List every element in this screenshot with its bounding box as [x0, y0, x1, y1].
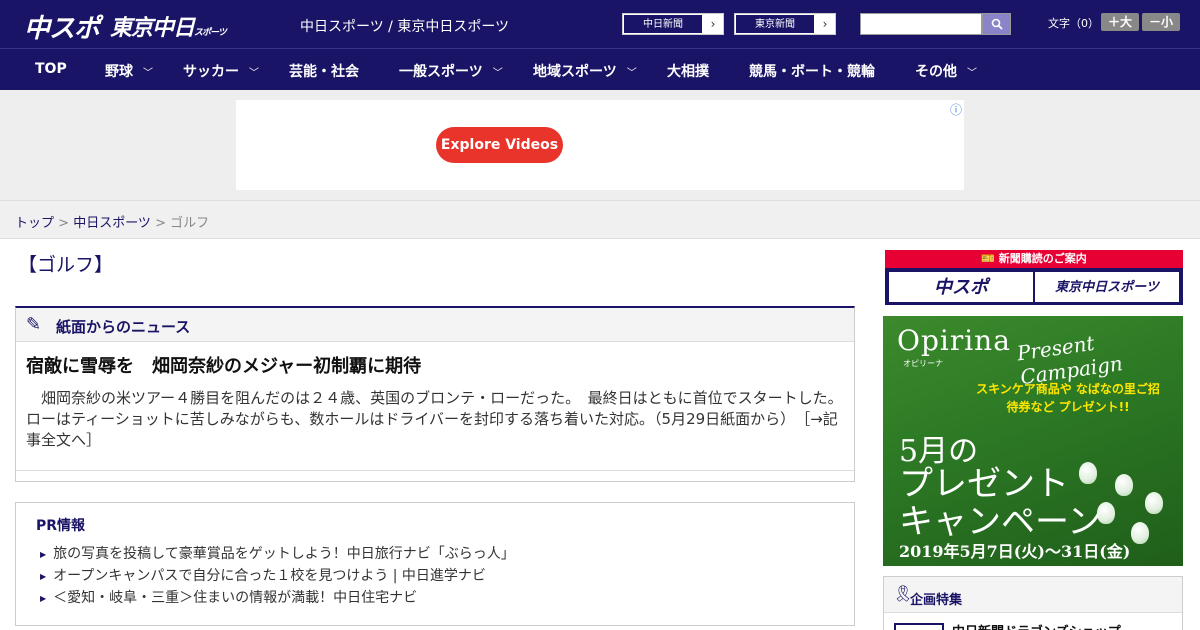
pr-list-item[interactable]: ▶ 旅の写真を投稿して豪華賞品をゲットしよう！中日旅行ナビ「ぶらっ人」 — [40, 543, 515, 563]
top-header: 中スポ 東京中日スポーツ 中日スポーツ / 東京中日スポーツ 中日新聞 › 東京… — [0, 0, 1200, 48]
text-smaller-button[interactable]: －小 — [1142, 13, 1180, 31]
chevron-right-icon: › — [822, 17, 828, 31]
news-panel-header: ✎ 紙面からのニュース — [16, 308, 854, 342]
subscription-label: 新聞購読のご案内 — [998, 252, 1087, 265]
main-nav: TOP 野球 ﹀ サッカー ﹀ 芸能・社会 一般スポーツ ﹀ 地域スポーツ ﹀ 大相撲 … — [0, 48, 1200, 90]
breadcrumb-home-link[interactable]: トップ — [15, 216, 54, 231]
ad-banner[interactable]: Explore Videos ⓘ — [236, 100, 964, 190]
text-larger-button[interactable]: ＋大 — [1101, 13, 1139, 31]
subscribe-chuspo-button[interactable]: 中スポ — [889, 272, 1033, 302]
flower-decoration — [1145, 492, 1163, 514]
chevron-down-icon: ﹀ — [143, 68, 153, 79]
campaign-dates: 2019年5月7日(火)〜31日(金) — [899, 542, 1131, 561]
feature-thumbnail[interactable] — [894, 623, 944, 630]
subscribe-tokyo-button[interactable]: 東京中日スポーツ — [1035, 272, 1179, 302]
chunichi-shimbun-link[interactable]: 中日新聞 › — [622, 13, 724, 35]
nav-label: サッカー — [183, 64, 239, 80]
news-panel-title: 紙面からのニュース — [56, 318, 191, 336]
flower-decoration — [1131, 522, 1149, 544]
chevron-down-icon: ﹀ — [492, 68, 503, 79]
opirina-brand: Opirina — [897, 324, 1011, 357]
search-button[interactable] — [982, 13, 1011, 35]
nav-label: 地域スポーツ — [533, 64, 617, 80]
breadcrumb-section-link[interactable]: 中日スポーツ — [73, 216, 151, 231]
breadcrumb-bar: トップ > 中日スポーツ > ゴルフ — [0, 200, 1200, 239]
opirina-brand-sub: オピリーナ — [903, 359, 943, 368]
feature-panel: 🎗 企画特集 中日新聞ドラゴンズショップ — [883, 576, 1183, 630]
breadcrumb-separator: > — [150, 216, 171, 231]
ticket-icon: 🎫 — [981, 252, 999, 265]
article-title[interactable]: 宿敵に雪辱を 畑岡奈紗のメジャー初制覇に期待 — [26, 352, 421, 378]
breadcrumb: トップ > 中日スポーツ > ゴルフ — [15, 212, 209, 231]
nav-item-sumo[interactable]: 大相撲 — [667, 61, 709, 81]
nav-item-top[interactable]: TOP — [35, 61, 67, 77]
chuspo-logo[interactable]: 中スポ — [24, 8, 100, 45]
ad-area: Explore Videos ⓘ — [0, 90, 1200, 200]
triangle-right-icon: ▶ — [40, 549, 47, 559]
pr-list-item[interactable]: ▶ ＜愛知・岐阜・三重＞住まいの情報が満載！中日住宅ナビ — [40, 587, 417, 607]
divider — [16, 470, 854, 471]
tokyo-logo-sub: スポーツ — [194, 27, 227, 37]
flower-decoration — [1115, 474, 1133, 496]
tokyo-shimbun-link[interactable]: 東京新聞 › — [734, 13, 836, 35]
news-panel: ✎ 紙面からのニュース 宿敵に雪辱を 畑岡奈紗のメジャー初制覇に期待 畑岡奈紗の… — [15, 306, 855, 482]
search-input[interactable] — [860, 13, 982, 35]
nav-label: 一般スポーツ — [399, 64, 483, 80]
nav-item-racing[interactable]: 競馬・ボート・競輪 — [749, 61, 875, 81]
chevron-down-icon: ﹀ — [967, 68, 977, 79]
pr-item-label: 旅の写真を投稿して豪華賞品をゲットしよう！中日旅行ナビ「ぶらっ人」 — [53, 546, 515, 562]
chevron-right-icon: › — [710, 17, 716, 31]
tokyo-logo-text: 東京中日 — [110, 15, 195, 40]
present-campaign-banner[interactable]: Opirina オピリーナ Present Campaign スキンケア商品や … — [883, 316, 1183, 566]
nav-item-general-sports[interactable]: 一般スポーツ ﹀ — [399, 61, 503, 81]
triangle-right-icon: ▶ — [40, 571, 47, 581]
tokyo-shimbun-label: 東京新聞 — [735, 14, 815, 34]
nav-item-entertainment[interactable]: 芸能・社会 — [289, 61, 359, 81]
nav-label: 芸能・社会 — [289, 64, 359, 80]
nav-label: 競馬・ボート・競輪 — [749, 64, 875, 80]
campaign-script: Present Campaign — [1015, 330, 1125, 390]
nav-label: その他 — [915, 64, 957, 80]
subscription-banner[interactable]: 🎫 新聞購読のご案内 中スポ 東京中日スポーツ — [885, 250, 1183, 305]
campaign-prizes: スキンケア商品や なばなの里ご招待券など プレゼント!! — [976, 382, 1160, 414]
pr-title: PR情報 — [36, 518, 86, 534]
nav-item-local-sports[interactable]: 地域スポーツ ﹀ — [533, 61, 637, 81]
pr-list-item[interactable]: ▶ オープンキャンパスで自分に合った１校を見つけよう | 中日進学ナビ — [40, 565, 486, 585]
magnifier-icon — [991, 18, 1003, 30]
feature-panel-header: 🎗 企画特集 — [884, 577, 1182, 613]
text-size-label: 文字（0） — [1048, 17, 1099, 30]
nav-label: 大相撲 — [667, 64, 709, 80]
subscription-bar: 🎫 新聞購読のご案内 — [885, 250, 1183, 268]
ad-info-icon[interactable]: ⓘ — [950, 101, 962, 118]
chunichi-shimbun-label: 中日新聞 — [623, 14, 703, 34]
nav-item-baseball[interactable]: 野球 ﹀ — [105, 61, 153, 81]
pr-panel: PR情報 ▶ 旅の写真を投稿して豪華賞品をゲットしよう！中日旅行ナビ「ぶらっ人」 … — [15, 502, 855, 626]
chevron-down-icon: ﹀ — [626, 68, 637, 79]
pr-item-label: ＜愛知・岐阜・三重＞住まいの情報が満載！中日住宅ナビ — [53, 590, 418, 606]
page-title: 【ゴルフ】 — [18, 254, 114, 276]
campaign-line3: キャンペーン — [899, 502, 1102, 542]
site-title[interactable]: 中日スポーツ / 東京中日スポーツ — [300, 16, 509, 36]
flower-decoration — [1079, 462, 1097, 484]
breadcrumb-current: ゴルフ — [170, 216, 210, 231]
nav-label: 野球 — [105, 64, 133, 80]
nav-item-other[interactable]: その他 ﹀ — [915, 61, 977, 81]
chevron-down-icon: ﹀ — [249, 68, 259, 79]
feature-title: 企画特集 — [910, 593, 963, 608]
article-summary: 畑岡奈紗の米ツアー４勝目を阻んだのは２４歳、英国のブロンテ・ローだった。 最終日… — [26, 388, 846, 451]
pr-item-label: オープンキャンパスで自分に合った１校を見つけよう | 中日進学ナビ — [53, 568, 486, 584]
article-body: 畑岡奈紗の米ツアー４勝目を阻んだのは２４歳、英国のブロンテ・ローだった。 最終日… — [26, 389, 843, 428]
feature-item[interactable]: 中日新聞ドラゴンズショップ — [952, 621, 1121, 630]
explore-videos-button[interactable]: Explore Videos — [436, 127, 563, 163]
nav-label: TOP — [35, 61, 67, 77]
newspaper-icon: ✎ — [26, 314, 42, 335]
triangle-right-icon: ▶ — [40, 593, 47, 603]
tokyo-chunichi-logo[interactable]: 東京中日スポーツ — [110, 10, 227, 42]
breadcrumb-separator: > — [54, 216, 74, 231]
nav-item-soccer[interactable]: サッカー ﹀ — [183, 61, 259, 81]
